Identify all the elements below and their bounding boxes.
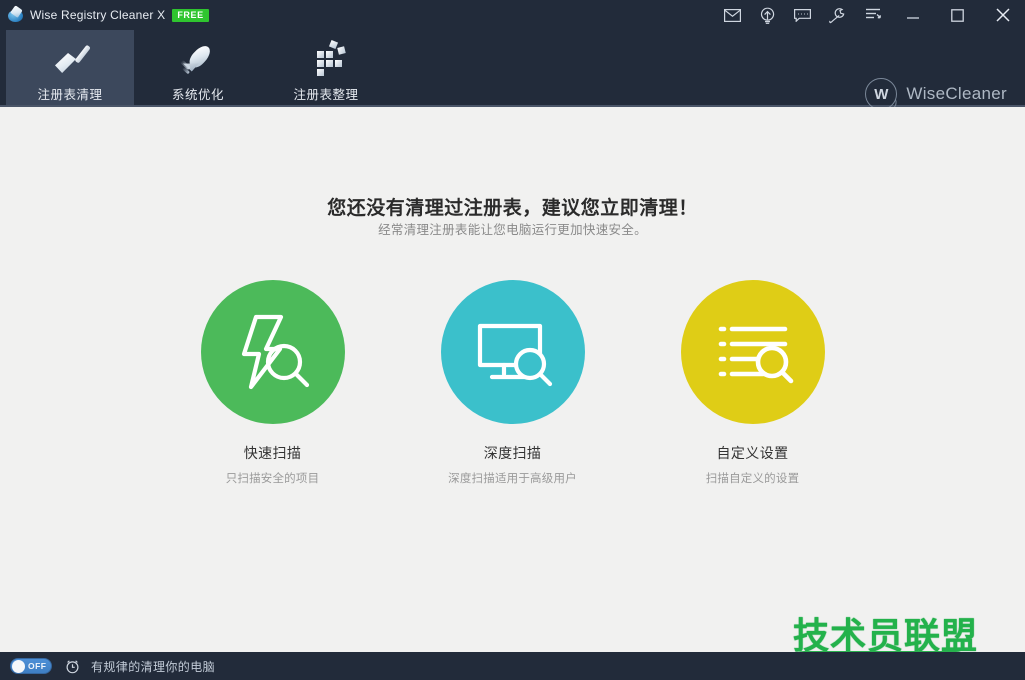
brush-icon xyxy=(49,41,91,77)
action-desc: 扫描自定义的设置 xyxy=(706,470,800,486)
nav-item-system-optimize[interactable]: 系统优化 xyxy=(134,30,262,105)
toggle-knob xyxy=(12,660,25,673)
wisecleaner-mark: W xyxy=(865,78,897,110)
action-title: 自定义设置 xyxy=(717,443,789,463)
blocks-icon xyxy=(305,41,347,77)
action-custom-settings[interactable]: 自定义设置 扫描自定义的设置 xyxy=(671,280,835,486)
page-subline: 经常清理注册表能让您电脑运行更加快速安全。 xyxy=(0,219,1025,238)
menu-icon[interactable] xyxy=(855,0,890,30)
nav-item-registry-clean[interactable]: 注册表清理 xyxy=(6,30,134,105)
tools-icon[interactable] xyxy=(820,0,855,30)
scan-actions: 快速扫描 只扫描安全的项目 深度扫描 深度扫描适用于高级用户 xyxy=(0,280,1025,486)
status-text: 有规律的清理你的电脑 xyxy=(91,658,215,675)
rocket-icon xyxy=(177,41,219,77)
nav-item-label: 系统优化 xyxy=(172,84,224,103)
nav-item-label: 注册表整理 xyxy=(293,84,358,103)
app-icon xyxy=(8,7,24,23)
action-title: 快速扫描 xyxy=(244,443,302,463)
monitor-search-icon[interactable] xyxy=(441,280,585,424)
minimize-icon[interactable] xyxy=(890,0,935,30)
nav-item-label: 注册表清理 xyxy=(37,84,102,103)
close-icon[interactable] xyxy=(980,0,1025,30)
window-title: Wise Registry Cleaner X xyxy=(30,8,165,22)
bolt-search-icon[interactable] xyxy=(201,280,345,424)
action-desc: 深度扫描适用于高级用户 xyxy=(448,470,577,486)
mail-icon[interactable] xyxy=(715,0,750,30)
upgrade-icon[interactable] xyxy=(750,0,785,30)
schedule-toggle[interactable]: OFF xyxy=(10,658,52,674)
brand-name: WiseCleaner xyxy=(906,84,1007,104)
status-bar: OFF 有规律的清理你的电脑 xyxy=(0,652,1025,680)
page-headline: 您还没有清理过注册表，建议您立即清理！ xyxy=(0,193,1025,220)
action-desc: 只扫描安全的项目 xyxy=(226,470,320,486)
nav-bar: 注册表清理 系统优化 注册表整理 W WiseCleaner xyxy=(0,30,1025,107)
action-title: 深度扫描 xyxy=(484,443,542,463)
free-badge: FREE xyxy=(172,9,208,22)
maximize-icon[interactable] xyxy=(935,0,980,30)
feedback-icon[interactable] xyxy=(785,0,820,30)
nav-item-registry-defrag[interactable]: 注册表整理 xyxy=(262,30,390,105)
action-deep-scan[interactable]: 深度扫描 深度扫描适用于高级用户 xyxy=(431,280,595,486)
app-window: Wise Registry Cleaner X FREE xyxy=(0,0,1025,680)
action-quick-scan[interactable]: 快速扫描 只扫描安全的项目 xyxy=(191,280,355,486)
title-bar: Wise Registry Cleaner X FREE xyxy=(0,0,1025,30)
main-content: 您还没有清理过注册表，建议您立即清理！ 经常清理注册表能让您电脑运行更加快速安全… xyxy=(0,107,1025,652)
brand-logo: W WiseCleaner xyxy=(865,78,1007,110)
list-search-icon[interactable] xyxy=(681,280,825,424)
toggle-state-label: OFF xyxy=(28,661,47,671)
alarm-clock-icon xyxy=(65,659,80,674)
